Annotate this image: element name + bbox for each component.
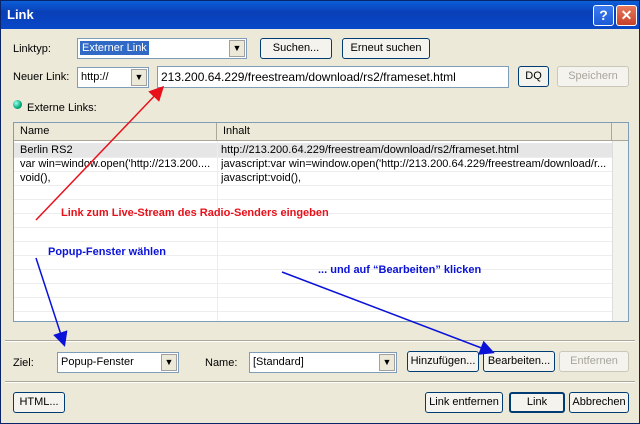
linktyp-label: Linktyp: [13,43,51,55]
neuer-link-label: Neuer Link: [13,71,70,83]
externe-links-label: Externe Links: [27,102,97,114]
linktyp-select[interactable]: Externer Link ▼ [77,38,247,59]
abbrechen-button[interactable]: Abbrechen [569,392,629,413]
row-inhalt: javascript:void(), [221,172,302,184]
ziel-label: Ziel: [13,357,34,369]
table-row[interactable]: var win=window.open('http://213.200.... … [14,157,612,172]
name-select[interactable]: [Standard] ▼ [249,352,397,373]
html-button[interactable]: HTML... [13,392,65,413]
column-header-inhalt[interactable]: Inhalt [217,123,612,140]
bearbeiten-button[interactable]: Bearbeiten... [483,351,555,372]
empty-row [14,297,612,312]
row-name: void(), [20,172,51,184]
link-entfernen-button[interactable]: Link entfernen [425,392,503,413]
dq-button[interactable]: DQ [518,66,549,87]
empty-row [14,185,612,200]
ziel-select[interactable]: Popup-Fenster ▼ [57,352,179,373]
title-bar: Link ? ✕ [1,1,639,29]
empty-row [14,227,612,242]
column-divider [217,141,218,321]
linktyp-value: Externer Link [80,41,149,55]
vertical-scrollbar[interactable] [612,141,628,321]
divider [5,381,635,383]
annotation-bearbeiten: ... und auf “Bearbeiten” klicken [318,264,482,276]
external-links-list[interactable]: Name Inhalt Berlin RS2 http://213.200.64… [13,122,629,322]
chevron-down-icon[interactable]: ▼ [131,69,147,86]
table-row[interactable]: Berlin RS2 http://213.200.64.229/freestr… [14,143,612,158]
chevron-down-icon[interactable]: ▼ [379,354,395,371]
list-header: Name Inhalt [14,123,628,141]
ziel-value: Popup-Fenster [61,356,134,368]
name-value: [Standard] [253,356,304,368]
name-label: Name: [205,357,238,369]
row-name: var win=window.open('http://213.200.... [20,158,211,170]
row-inhalt: http://213.200.64.229/freestream/downloa… [221,144,519,156]
table-row[interactable]: void(), javascript:void(), [14,171,612,186]
close-button[interactable]: ✕ [616,5,637,26]
url-input[interactable]: 213.200.64.229/freestream/download/rs2/f… [157,66,509,88]
annotation-red: Link zum Live-Stream des Radio-Senders e… [61,207,329,219]
chevron-down-icon[interactable]: ▼ [229,40,245,57]
annotation-popup: Popup-Fenster wählen [48,246,166,258]
erneut-suchen-button[interactable]: Erneut suchen [342,38,430,59]
chevron-down-icon[interactable]: ▼ [161,354,177,371]
entfernen-button[interactable]: Entfernen [559,351,629,372]
globe-icon [13,100,22,109]
suchen-button[interactable]: Suchen... [260,38,332,59]
help-button[interactable]: ? [593,5,614,26]
row-inhalt: javascript:var win=window.open('http://2… [221,158,607,170]
empty-row [14,269,612,284]
protocol-value: http:// [81,71,109,83]
column-header-name[interactable]: Name [14,123,217,140]
link-button[interactable]: Link [509,392,565,413]
row-name: Berlin RS2 [20,144,73,156]
window-title: Link [7,7,34,22]
divider [5,340,635,342]
empty-row [14,283,612,298]
protocol-select[interactable]: http:// ▼ [77,67,149,88]
hinzufuegen-button[interactable]: Hinzufügen... [407,351,479,372]
speichern-button[interactable]: Speichern [557,66,629,87]
